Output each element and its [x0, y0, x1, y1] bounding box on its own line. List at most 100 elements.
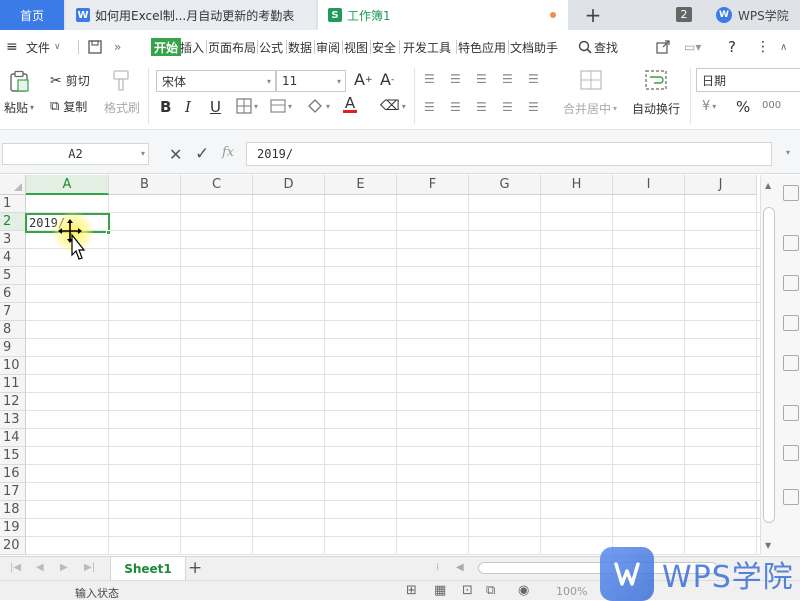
- first-sheet-icon[interactable]: |◀: [10, 562, 21, 573]
- side-panel-format-icon[interactable]: [783, 275, 799, 291]
- expand-formula-icon[interactable]: ▾: [786, 148, 790, 157]
- caret-down-icon[interactable]: ▾: [141, 149, 145, 158]
- scroll-thumb[interactable]: [763, 207, 775, 523]
- side-panel-help-icon[interactable]: [783, 405, 799, 421]
- currency-icon[interactable]: ¥ ▾: [702, 99, 716, 114]
- add-sheet-button[interactable]: +: [188, 558, 202, 578]
- border-button[interactable]: ▾: [236, 98, 258, 114]
- menu-tab-special[interactable]: 特色应用: [458, 38, 506, 56]
- row-header-7[interactable]: 7: [0, 303, 26, 321]
- wrap-text-icon[interactable]: [645, 70, 667, 90]
- underline-button[interactable]: U: [210, 98, 221, 116]
- menu-tab-review[interactable]: 审阅: [316, 38, 340, 56]
- side-panel-select-icon[interactable]: [783, 185, 799, 201]
- row-header-8[interactable]: 8: [0, 321, 26, 339]
- paste-button[interactable]: 粘贴 ▾: [4, 99, 34, 116]
- help-icon[interactable]: ?: [728, 38, 736, 56]
- insert-function-icon[interactable]: fx: [222, 145, 234, 160]
- align-justify-icon[interactable]: ☰: [502, 100, 513, 114]
- collaborate-icon[interactable]: ▭▾: [684, 38, 701, 56]
- bold-button[interactable]: B: [160, 98, 171, 116]
- format-painter-icon[interactable]: [112, 70, 130, 92]
- row-header-3[interactable]: 3: [0, 231, 26, 249]
- menu-tab-home[interactable]: 开始: [151, 38, 182, 56]
- reading-mode-icon[interactable]: ⧉: [486, 583, 495, 598]
- row-header-11[interactable]: 11: [0, 375, 26, 393]
- eye-protect-icon[interactable]: ◉: [518, 583, 529, 598]
- tab-document[interactable]: W 如何用Excel制...月自动更新的考勤表: [66, 0, 316, 30]
- row-header-20[interactable]: 20: [0, 537, 26, 555]
- column-header-c[interactable]: C: [181, 175, 253, 195]
- indent-decrease-icon[interactable]: ☰: [502, 72, 513, 86]
- tab-splitter-icon[interactable]: ⁞: [436, 562, 439, 573]
- search-button[interactable]: 查找: [578, 38, 618, 56]
- vertical-scrollbar[interactable]: ▲ ▼: [760, 175, 800, 555]
- column-header-h[interactable]: H: [541, 175, 613, 195]
- normal-view-icon[interactable]: ⊞: [406, 583, 417, 598]
- row-header-5[interactable]: 5: [0, 267, 26, 285]
- menu-tab-formulas[interactable]: 公式: [259, 38, 283, 56]
- select-all-corner[interactable]: [0, 175, 26, 195]
- tab-workbook[interactable]: S 工作簿1: [318, 0, 568, 30]
- row-header-16[interactable]: 16: [0, 465, 26, 483]
- scroll-up-icon[interactable]: ▲: [765, 181, 771, 190]
- align-distributed-icon[interactable]: ☰: [528, 100, 539, 114]
- cut-button[interactable]: ✂ 剪切: [50, 72, 90, 89]
- menu-tab-assistant[interactable]: 文档助手: [510, 38, 558, 56]
- sheet-tab-sheet1[interactable]: Sheet1: [110, 557, 186, 581]
- zoom-level[interactable]: 100%: [556, 585, 587, 598]
- wps-academy-link[interactable]: W WPS学院: [716, 0, 789, 30]
- save-icon[interactable]: [88, 38, 102, 56]
- side-panel-box-icon[interactable]: [783, 489, 799, 505]
- row-header-1[interactable]: 1: [0, 195, 26, 213]
- column-header-g[interactable]: G: [469, 175, 541, 195]
- row-header-18[interactable]: 18: [0, 501, 26, 519]
- row-header-15[interactable]: 15: [0, 447, 26, 465]
- align-top-icon[interactable]: ☰: [424, 72, 435, 86]
- new-tab-button[interactable]: +: [580, 0, 606, 30]
- hamburger-icon[interactable]: ≡: [6, 38, 18, 56]
- merge-center-button[interactable]: 合并居中 ▾: [563, 100, 617, 117]
- align-left-icon[interactable]: ☰: [424, 100, 435, 114]
- format-painter-button[interactable]: 格式刷: [104, 99, 140, 116]
- italic-button[interactable]: I: [185, 98, 191, 116]
- formula-input[interactable]: 2019/: [246, 142, 772, 166]
- wrap-text-button[interactable]: 自动换行: [632, 100, 680, 117]
- prev-sheet-icon[interactable]: ◀: [36, 562, 44, 573]
- column-header-f[interactable]: F: [397, 175, 469, 195]
- decrease-font-icon[interactable]: A-: [380, 70, 394, 89]
- confirm-entry-icon[interactable]: ✓: [195, 144, 209, 164]
- fill-handle[interactable]: [106, 230, 111, 235]
- font-name-select[interactable]: 宋体 ▾: [156, 70, 276, 92]
- increase-font-icon[interactable]: A +: [354, 70, 373, 89]
- font-color-button[interactable]: A: [343, 96, 357, 113]
- row-header-4[interactable]: 4: [0, 249, 26, 267]
- side-panel-settings-icon[interactable]: [783, 355, 799, 371]
- menu-tab-page-layout[interactable]: 页面布局: [208, 38, 256, 56]
- fill-color-button[interactable]: ▾: [306, 98, 330, 114]
- row-header-6[interactable]: 6: [0, 285, 26, 303]
- copy-button[interactable]: ⧉ 复制: [50, 98, 87, 115]
- side-panel-backup-icon[interactable]: [783, 315, 799, 331]
- share-icon[interactable]: [656, 38, 670, 56]
- scroll-left-icon[interactable]: ◀: [456, 562, 464, 573]
- side-panel-apps-icon[interactable]: [783, 445, 799, 461]
- number-format-select[interactable]: 日期: [696, 68, 800, 92]
- next-sheet-icon[interactable]: ▶: [60, 562, 68, 573]
- window-count-badge[interactable]: 2: [676, 7, 692, 22]
- paste-icon[interactable]: [8, 70, 30, 92]
- align-center-icon[interactable]: ☰: [450, 100, 461, 114]
- row-header-13[interactable]: 13: [0, 411, 26, 429]
- menu-tab-view[interactable]: 视图: [344, 38, 368, 56]
- align-right-icon[interactable]: ☰: [476, 100, 487, 114]
- align-middle-icon[interactable]: ☰: [450, 72, 461, 86]
- menu-tab-data[interactable]: 数据: [288, 38, 312, 56]
- name-box[interactable]: A2: [2, 143, 149, 165]
- thousands-button[interactable]: 000: [762, 100, 781, 111]
- indent-increase-icon[interactable]: ☰: [528, 72, 539, 86]
- side-panel-style-icon[interactable]: [783, 235, 799, 251]
- menu-tab-insert[interactable]: 插入: [180, 38, 204, 56]
- menu-tab-security[interactable]: 安全: [372, 38, 396, 56]
- row-header-14[interactable]: 14: [0, 429, 26, 447]
- column-header-j[interactable]: J: [685, 175, 757, 195]
